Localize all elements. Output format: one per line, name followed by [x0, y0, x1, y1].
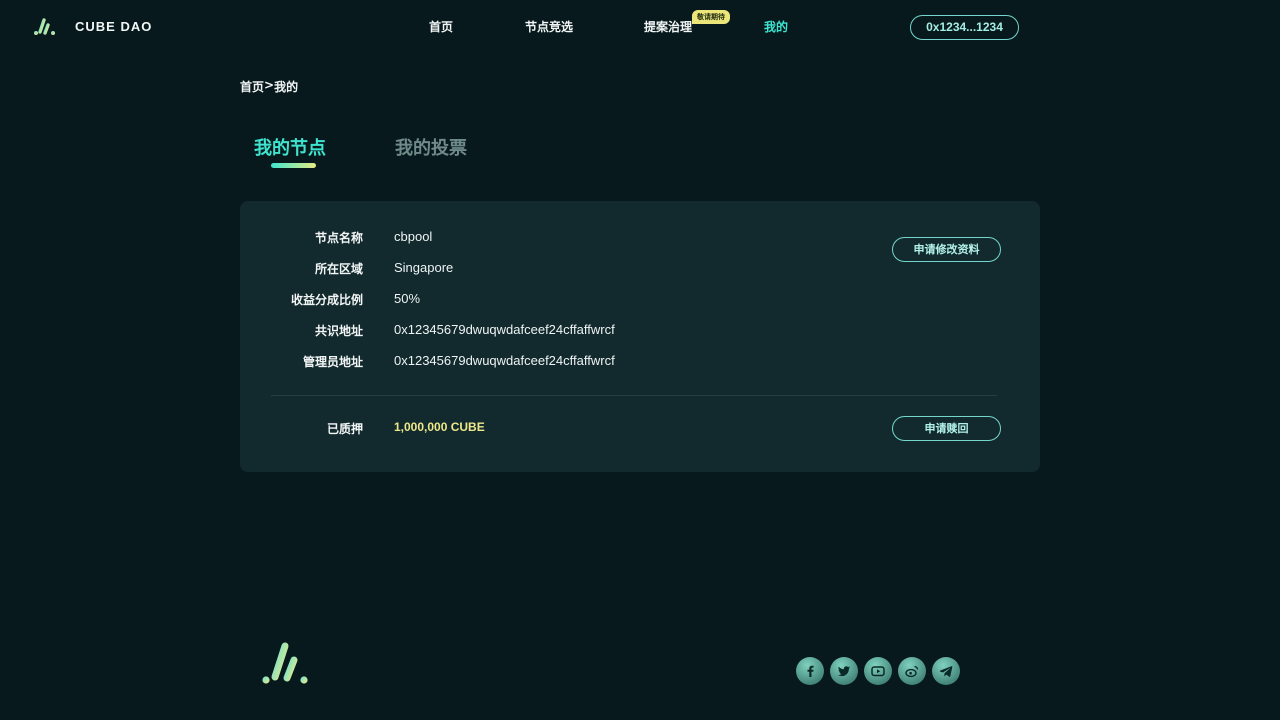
field-value: Singapore [394, 260, 454, 275]
brand[interactable]: CUBE DAO [32, 14, 152, 38]
tab-my-nodes[interactable]: 我的节点 [254, 134, 326, 160]
wallet-address-button[interactable]: 0x1234...1234 [910, 15, 1019, 40]
apply-redeem-button[interactable]: 申请赎回 [892, 416, 1001, 441]
top-header: CUBE DAO 首页 节点竞选 提案治理 敬请期待 我的 0x1234...1… [0, 0, 1280, 56]
field-region: 所在区域 Singapore [240, 260, 1040, 280]
nav-node-election[interactable]: 节点竞选 [525, 18, 573, 35]
nav-proposal-governance[interactable]: 提案治理 敬请期待 [644, 10, 730, 35]
divider [271, 395, 997, 396]
breadcrumb-separator: > [264, 78, 275, 92]
coming-soon-badge: 敬请期待 [692, 10, 730, 24]
field-label: 管理员地址 [302, 355, 363, 369]
social-links [796, 657, 966, 685]
cube-dao-logo-icon [34, 18, 55, 35]
youtube-icon[interactable] [864, 657, 892, 685]
footer-logo-icon [262, 642, 308, 684]
breadcrumb-current: 我的 [274, 80, 299, 94]
field-value: 0x12345679dwuqwdafceef24cffaffwrcf [394, 353, 615, 368]
node-info-card: 节点名称 cbpool 所在区域 Singapore 收益分成比例 50% 共识… [240, 201, 1040, 472]
tab-my-votes[interactable]: 我的投票 [395, 134, 467, 160]
field-label: 节点名称 [314, 231, 363, 245]
field-label: 收益分成比例 [290, 293, 363, 307]
field-label: 所在区域 [314, 262, 363, 276]
field-value: 50% [394, 291, 421, 306]
active-tab-indicator [271, 163, 316, 168]
brand-name: CUBE DAO [75, 18, 153, 34]
field-admin-address: 管理员地址 0x12345679dwuqwdafceef24cffaffwrcf [240, 353, 1040, 373]
field-commission-rate: 收益分成比例 50% [240, 291, 1040, 311]
breadcrumb: 首页 > 我的 [240, 78, 298, 95]
field-consensus-address: 共识地址 0x12345679dwuqwdafceef24cffaffwrcf [240, 322, 1040, 342]
staked-amount: 1,000,000 CUBE [394, 420, 485, 434]
twitter-icon[interactable] [830, 657, 858, 685]
telegram-icon[interactable] [932, 657, 960, 685]
field-label: 共识地址 [314, 324, 363, 338]
weibo-icon[interactable] [898, 657, 926, 685]
field-value: cbpool [394, 229, 433, 244]
nav-proposal-label: 提案治理 [644, 20, 693, 34]
field-value: 0x12345679dwuqwdafceef24cffaffwrcf [394, 322, 615, 337]
field-label: 已质押 [326, 422, 363, 436]
facebook-icon[interactable] [796, 657, 824, 685]
nav-mine[interactable]: 我的 [764, 18, 788, 35]
nav-home[interactable]: 首页 [429, 18, 453, 35]
apply-edit-info-button[interactable]: 申请修改资料 [892, 237, 1001, 262]
breadcrumb-home[interactable]: 首页 [240, 78, 264, 95]
